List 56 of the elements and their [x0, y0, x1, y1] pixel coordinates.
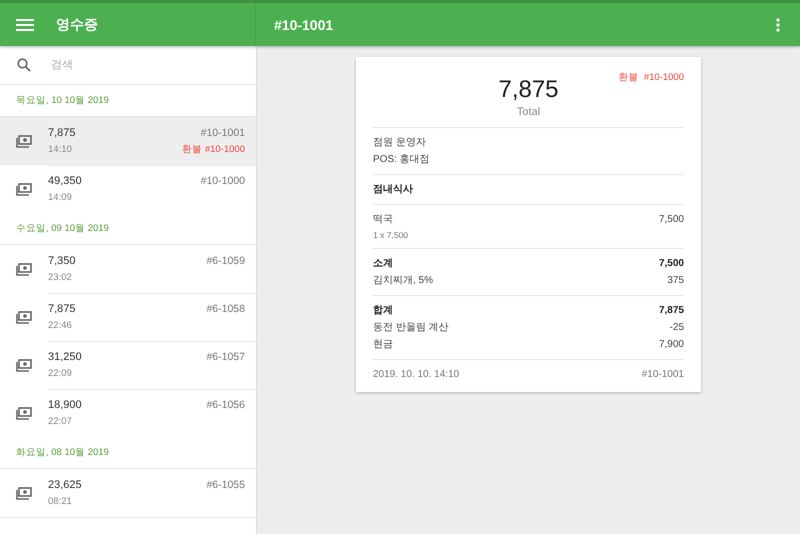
refund-label: 환불 #10-1000 [182, 142, 245, 156]
search-icon [17, 58, 31, 72]
line-value: -25 [670, 321, 684, 334]
line-label: 합계 [373, 304, 393, 317]
receipt-title: #10-1001 [274, 16, 334, 32]
line-label: POS: 홍대점 [373, 153, 430, 166]
line-label: 현금 [373, 338, 393, 351]
receipt-amount: 31,250 [48, 351, 82, 363]
receipt-number: #6-1058 [206, 303, 245, 315]
item-name: 떡국 [373, 213, 393, 226]
receipt-number: #6-1056 [206, 399, 245, 411]
cash-icon [16, 134, 32, 148]
receipt-number: #10-1001 [642, 369, 684, 380]
line-value: 375 [667, 274, 684, 287]
receipt-time: 08:21 [48, 496, 72, 506]
receipt-time: 22:09 [48, 368, 72, 378]
receipt-time: 14:09 [48, 192, 72, 202]
receipt-time: 22:46 [48, 320, 72, 330]
line-value: 7,500 [658, 257, 684, 270]
receipt-number: #6-1055 [206, 479, 245, 491]
cash-icon [16, 262, 32, 276]
line-label: 점내식사 [373, 183, 413, 196]
receipt-number: #10-1001 [200, 127, 245, 139]
receipt-number: #10-1000 [200, 175, 245, 187]
receipt-time: 14:10 [48, 144, 72, 154]
receipt-date: 2019. 10. 10. 14:10 [373, 369, 460, 380]
cash-icon [16, 182, 32, 196]
receipt-number: #6-1059 [206, 255, 245, 267]
line-label: 김치찌개, 5% [373, 274, 434, 287]
line-label: 소계 [373, 257, 393, 270]
receipt-amount: 49,350 [48, 175, 82, 187]
item-quantity: 1 x 7,500 [373, 230, 409, 240]
receipt-amount: 18,900 [48, 399, 82, 411]
cash-icon [16, 406, 32, 420]
cash-icon [16, 310, 32, 324]
menu-icon[interactable] [16, 18, 34, 30]
line-label: 동전 반올림 계산 [373, 321, 449, 334]
line-value: 7,900 [658, 338, 684, 351]
line-value: 7,875 [658, 304, 684, 317]
receipt-amount: 7,875 [48, 127, 76, 139]
cash-icon [16, 486, 32, 500]
item-price: 7,500 [658, 213, 684, 226]
receipt-number: #6-1057 [206, 351, 245, 363]
cash-icon [16, 358, 32, 372]
receipt-amount: 7,350 [48, 255, 76, 267]
receipt-time: 22:07 [48, 416, 72, 426]
total-label: Total [516, 106, 540, 118]
receipt-item[interactable]: 7,875 #10-1001 14:10 환불 #10-1000 [0, 117, 256, 165]
app-title: 영수증 [56, 16, 98, 34]
receipt-amount: 7,875 [48, 303, 76, 315]
more-icon[interactable] [776, 18, 780, 32]
receipt-amount: 23,625 [48, 479, 82, 491]
refund-label: 환불 #10-1000 [618, 71, 684, 84]
total-amount: 7,875 [498, 76, 559, 104]
receipt-time: 23:02 [48, 272, 72, 282]
line-label: 점원 운영자 [373, 136, 426, 149]
